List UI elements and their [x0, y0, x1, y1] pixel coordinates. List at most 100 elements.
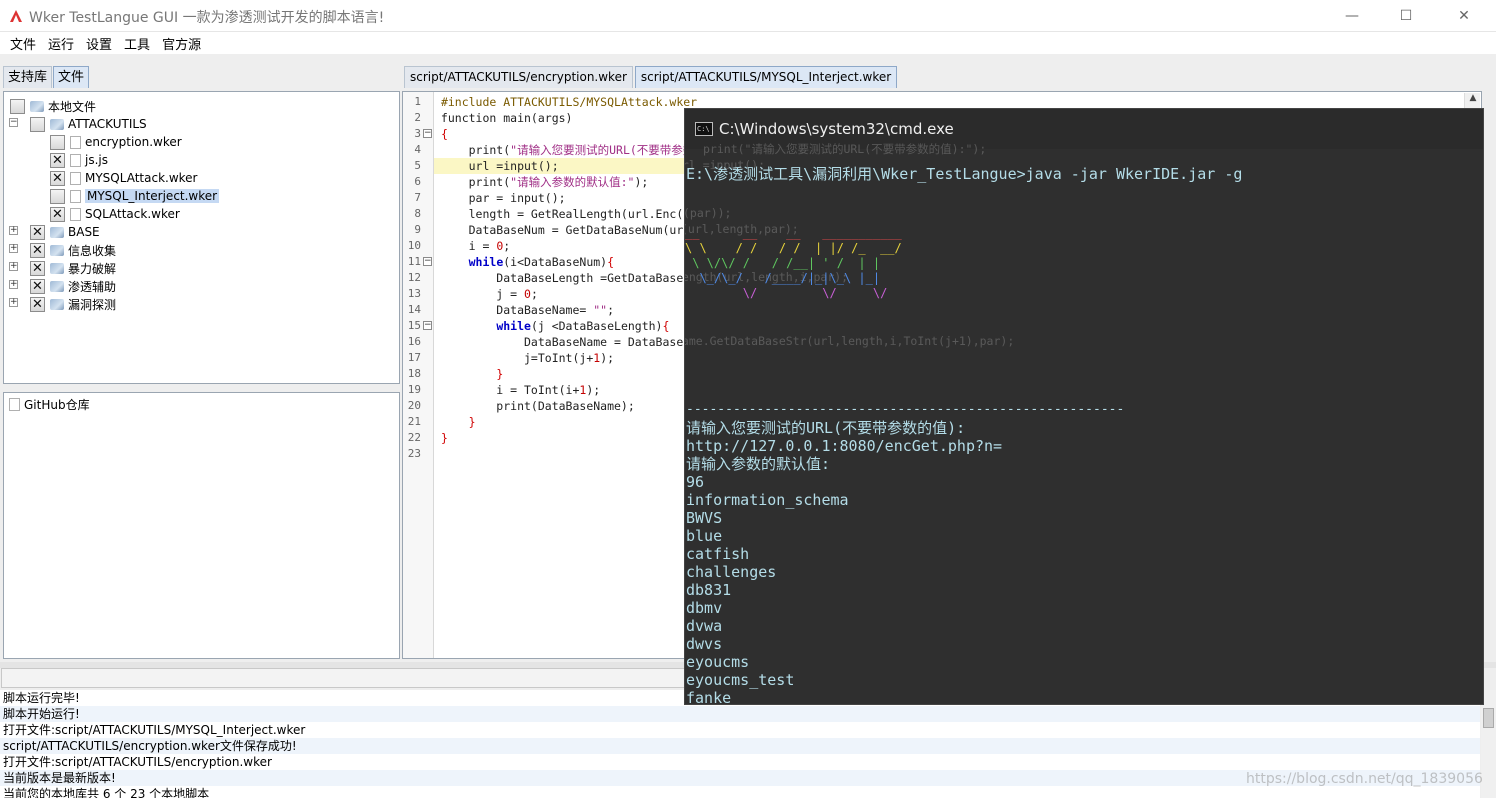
cmd-output-line: dbmv	[686, 599, 723, 617]
line-number: 9	[414, 223, 421, 236]
tree-file[interactable]: ✕ js.js	[50, 151, 108, 169]
cmd-console[interactable]: E:\渗透测试工具\漏洞利用\Wker_TestLangue>java -jar…	[684, 142, 1483, 704]
panel-splitter[interactable]	[3, 384, 400, 392]
line-number: 18	[407, 367, 421, 380]
checkbox-checked[interactable]: ✕	[30, 278, 45, 294]
line-number: 1	[414, 95, 421, 108]
fold-icon[interactable]: −	[423, 257, 432, 266]
folder-icon	[50, 280, 64, 292]
menu-bar: 文件 运行 设置 工具 官方源	[0, 32, 1496, 54]
tree-file[interactable]: encryption.wker	[50, 133, 182, 151]
cmd-window[interactable]: C:\ C:\Windows\system32\cmd.exe E:\渗透测试工…	[684, 108, 1484, 705]
editor-ghost-text: url =input();	[684, 158, 766, 172]
cmd-output-line: 96	[686, 473, 705, 491]
ascii-art-line: \ \ / / / / | |/ /_ __/	[685, 241, 902, 255]
menu-file[interactable]: 文件	[4, 34, 42, 53]
left-tab-bar: 支持库 文件	[3, 66, 90, 88]
line-number: 6	[414, 175, 421, 188]
app-window: Wker TestLangue GUI 一款为渗透测试开发的脚本语言! — ☐ …	[0, 0, 1496, 798]
scroll-up-icon[interactable]: ▲	[1465, 93, 1481, 109]
cmd-output-line: information_schema	[686, 491, 849, 509]
folder-icon	[50, 262, 64, 274]
log-line: 脚本开始运行!	[0, 706, 1480, 722]
minimize-button[interactable]: —	[1328, 0, 1376, 32]
tree-folder-label: 信息收集	[68, 243, 117, 258]
checkbox-checked[interactable]: ✕	[50, 152, 65, 168]
expand-icon[interactable]: +	[9, 298, 18, 307]
line-number: 10	[407, 239, 421, 252]
tree-file[interactable]: ✕ SQLAttack.wker	[50, 205, 180, 223]
checkbox-checked[interactable]: ✕	[30, 224, 45, 240]
log-line: 当前您的本地库共 6 个 23 个本地脚本	[3, 787, 210, 798]
log-line: script/ATTACKUTILS/encryption.wker文件保存成功…	[0, 738, 1480, 754]
checkbox[interactable]	[10, 98, 25, 114]
fold-icon[interactable]: −	[423, 129, 432, 138]
ascii-art-line: \_/\_/ /____/|_|\_\ |_|	[685, 271, 881, 285]
tree-file-label: encryption.wker	[85, 135, 182, 149]
cmd-command-line: E:\渗透测试工具\漏洞利用\Wker_TestLangue>java -jar…	[686, 165, 1243, 183]
tree-folder-label: 渗透辅助	[68, 279, 117, 294]
file-icon	[70, 135, 81, 149]
checkbox-checked[interactable]: ✕	[50, 206, 65, 222]
checkbox[interactable]	[50, 134, 65, 150]
log-scrollbar[interactable]	[1481, 690, 1496, 798]
tree-folder-label: BASE	[68, 225, 100, 239]
line-number: 14	[407, 303, 421, 316]
tree-folder[interactable]: ✕ 信息收集	[30, 241, 116, 259]
ascii-art-line: __ __ __ ___________	[685, 226, 902, 240]
checkbox[interactable]	[50, 188, 65, 204]
tab-library[interactable]: 支持库	[3, 66, 53, 88]
menu-run[interactable]: 运行	[42, 34, 80, 53]
tree-root-label: 本地文件	[48, 99, 97, 114]
line-number: 20	[407, 399, 421, 412]
github-repo-label: GitHub仓库	[24, 398, 90, 412]
tree-folder-label: 漏洞探测	[68, 297, 117, 312]
line-number: 3	[414, 127, 421, 140]
expand-icon[interactable]: +	[9, 244, 18, 253]
checkbox-checked[interactable]: ✕	[30, 260, 45, 276]
menu-official-source[interactable]: 官方源	[156, 34, 207, 53]
tree-folder[interactable]: ✕ BASE	[30, 223, 100, 241]
cmd-output-line: 请输入参数的默认值:	[686, 455, 831, 473]
expand-icon[interactable]: +	[9, 226, 18, 235]
fold-icon[interactable]: −	[423, 321, 432, 330]
tree-group-attackutils[interactable]: ATTACKUTILS	[30, 115, 147, 133]
cmd-output-line: BWVS	[686, 509, 723, 527]
tree-file[interactable]: ✕ MYSQLAttack.wker	[50, 169, 197, 187]
close-button[interactable]: ✕	[1440, 0, 1488, 32]
tree-folder[interactable]: ✕ 漏洞探测	[30, 295, 116, 313]
github-repo-link[interactable]: GitHub仓库	[9, 396, 90, 413]
menu-settings[interactable]: 设置	[80, 34, 118, 53]
tree-file-label: SQLAttack.wker	[85, 207, 180, 221]
tree-folder[interactable]: ✕ 渗透辅助	[30, 277, 116, 295]
tree-root[interactable]: 本地文件	[10, 97, 96, 115]
tab-files[interactable]: 文件	[53, 66, 90, 88]
tree-folder[interactable]: ✕ 暴力破解	[30, 259, 116, 277]
tree-file-label: MYSQLAttack.wker	[85, 171, 198, 185]
checkbox-checked[interactable]: ✕	[30, 296, 45, 312]
checkbox[interactable]	[30, 116, 45, 132]
line-number: 23	[407, 447, 421, 460]
line-number: 11	[407, 255, 421, 268]
scroll-thumb[interactable]	[1483, 708, 1494, 728]
cmd-output-line: catfish	[686, 545, 750, 563]
expand-icon[interactable]: +	[9, 262, 18, 271]
editor-ghost-text: (par));	[684, 206, 732, 220]
menu-tools[interactable]: 工具	[118, 34, 156, 53]
maximize-button[interactable]: ☐	[1382, 0, 1430, 32]
expand-icon[interactable]: +	[9, 280, 18, 289]
log-line: 打开文件:script/ATTACKUTILS/encryption.wker	[3, 755, 272, 769]
tree-file-selected[interactable]: MYSQL_Interject.wker	[50, 187, 220, 205]
cmd-output-line: blue	[686, 527, 723, 545]
collapse-icon[interactable]: −	[9, 118, 18, 127]
tab-mysql-interject-wker[interactable]: script/ATTACKUTILS/MYSQL_Interject.wker	[634, 66, 898, 88]
checkbox-checked[interactable]: ✕	[30, 242, 45, 258]
line-number: 4	[414, 143, 421, 156]
cmd-output-line: dwvs	[686, 635, 723, 653]
tab-encryption-wker[interactable]: script/ATTACKUTILS/encryption.wker	[404, 66, 633, 88]
tree-file-label: js.js	[85, 153, 108, 167]
line-number: 15	[407, 319, 421, 332]
checkbox-checked[interactable]: ✕	[50, 170, 65, 186]
file-icon	[70, 153, 81, 167]
line-number: 17	[407, 351, 421, 364]
